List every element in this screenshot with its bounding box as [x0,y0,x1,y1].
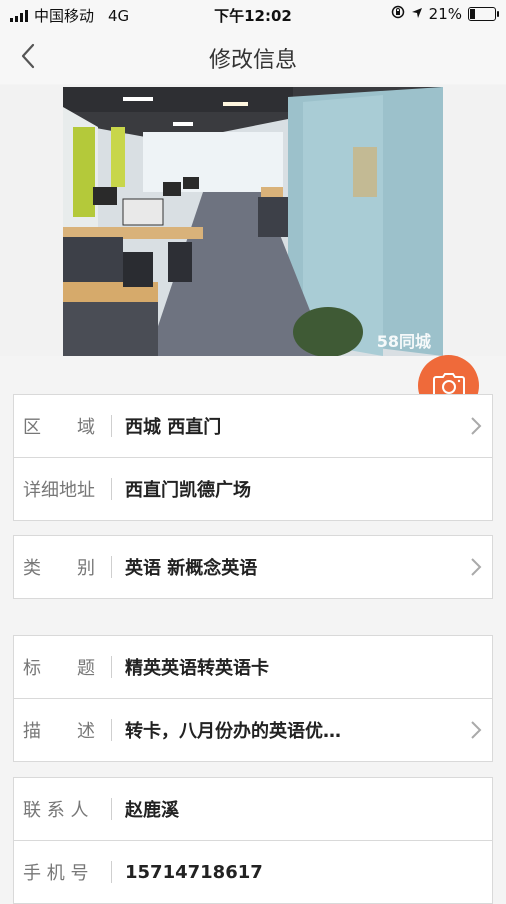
chevron-right-icon [471,721,482,739]
address-value: 西直门凯德广场 [125,480,251,501]
region-value: 西城 西直门 [125,417,222,438]
address-row[interactable]: 详细地址 西直门凯德广场 [14,457,492,520]
photo-section: 58同城 [0,85,506,416]
divider [111,556,112,578]
divider [111,656,112,678]
content-group: 标 题 精英英语转英语卡 描 述 转卡，八月份办的英语优… [13,635,493,762]
contact-label: 联 系 人 [23,800,89,821]
title-value: 精英英语转英语卡 [125,658,269,679]
title-label: 标 题 [23,658,95,679]
title-row[interactable]: 标 题 精英英语转英语卡 [14,636,492,698]
contact-row[interactable]: 联 系 人 赵鹿溪 [14,778,492,840]
description-value: 转卡，八月份办的英语优… [125,721,341,742]
contact-value: 赵鹿溪 [125,800,179,821]
location-group: 区 域 西城 西直门 详细地址 西直门凯德广场 [13,394,493,521]
status-bar: 中国移动 4G 下午12:02 21% [0,0,506,28]
location-arrow-icon [411,5,423,23]
phone-value: 15714718617 [125,861,263,883]
photo-watermark: 58同城 [376,332,431,351]
phone-row[interactable]: 手 机 号 15714718617 [14,840,492,903]
description-row[interactable]: 描 述 转卡，八月份办的英语优… [14,698,492,761]
divider [111,719,112,741]
office-photo-image [63,87,443,356]
chevron-right-icon [471,558,482,576]
category-label: 类 别 [23,558,95,579]
battery-icon [468,7,499,21]
navigation-bar: 修改信息 [0,28,506,84]
rotation-lock-icon [391,5,405,23]
phone-label: 手 机 号 [23,863,89,884]
divider [111,415,112,437]
category-value: 英语 新概念英语 [125,558,258,579]
region-row[interactable]: 区 域 西城 西直门 [14,395,492,457]
divider [111,478,112,500]
region-label: 区 域 [23,417,95,438]
battery-percent: 21% [428,5,462,23]
page-title: 修改信息 [208,48,297,73]
contact-group: 联 系 人 赵鹿溪 手 机 号 15714718617 [13,777,493,904]
category-row[interactable]: 类 别 英语 新概念英语 [14,536,492,598]
divider [111,798,112,820]
divider [111,861,112,883]
description-label: 描 述 [23,721,95,742]
address-label: 详细地址 [23,480,95,501]
listing-photo[interactable]: 58同城 [63,87,443,356]
chevron-right-icon [471,417,482,435]
category-group: 类 别 英语 新概念英语 [13,535,493,599]
